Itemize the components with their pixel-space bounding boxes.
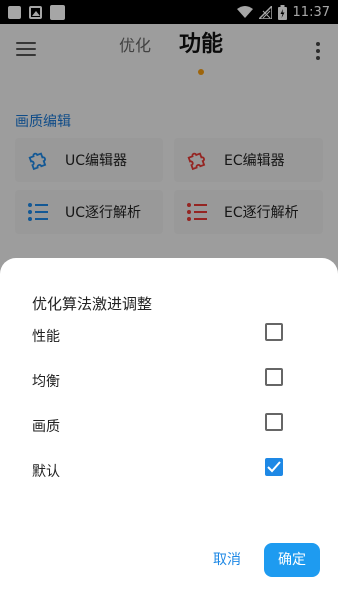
checkbox[interactable] bbox=[265, 368, 283, 386]
checkbox[interactable] bbox=[265, 323, 283, 341]
option-label: 性能 bbox=[32, 329, 60, 345]
option-performance[interactable]: 性能 bbox=[0, 316, 338, 356]
checkbox-checked[interactable] bbox=[265, 458, 283, 476]
option-label: 均衡 bbox=[32, 374, 60, 390]
ok-button[interactable]: 确定 bbox=[264, 543, 320, 577]
dialog-title: 优化算法激进调整 bbox=[32, 295, 153, 313]
option-quality[interactable]: 画质 bbox=[0, 406, 338, 446]
checkbox[interactable] bbox=[265, 413, 283, 431]
check-icon bbox=[267, 461, 281, 473]
option-balanced[interactable]: 均衡 bbox=[0, 361, 338, 401]
option-label: 画质 bbox=[32, 419, 60, 435]
option-label: 默认 bbox=[32, 464, 60, 480]
adjust-dialog: 优化算法激进调整 性能 均衡 画质 默认 取消 确定 bbox=[0, 258, 338, 600]
option-default[interactable]: 默认 bbox=[0, 451, 338, 491]
cancel-button[interactable]: 取消 bbox=[205, 546, 249, 574]
